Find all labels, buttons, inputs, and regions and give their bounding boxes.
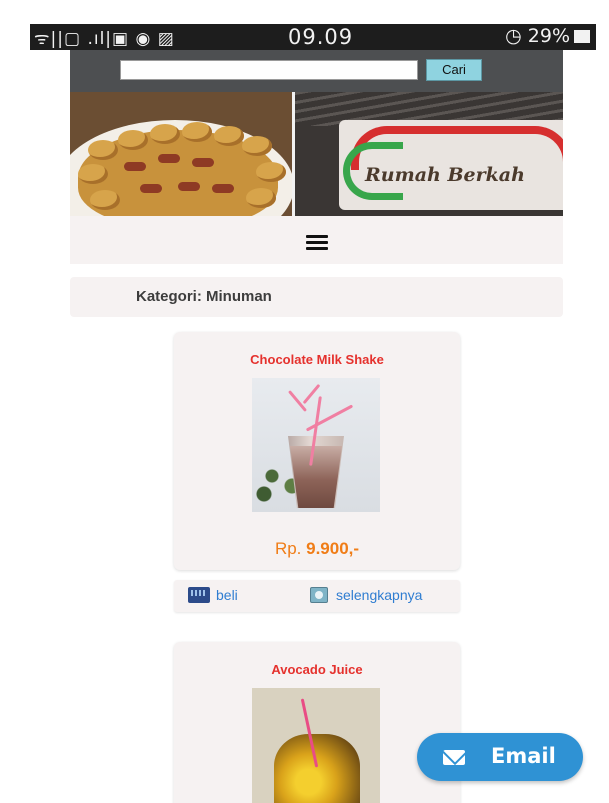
product-name[interactable]: Avocado Juice — [174, 662, 460, 677]
shop-sign-photo: Rumah Berkah — [295, 92, 563, 216]
milkshake-image[interactable] — [252, 378, 380, 512]
avocado-juice-image[interactable] — [252, 688, 380, 803]
details-icon — [310, 587, 328, 603]
product-price: Rp. 9.900,- — [274, 539, 360, 558]
product-card[interactable]: Avocado Juice — [174, 642, 460, 803]
email-button[interactable]: Email — [417, 733, 583, 781]
search-bar: Cari — [70, 50, 563, 92]
search-button[interactable]: Cari — [426, 59, 482, 81]
status-bar: ᯤ||▢ .ıl|▣ ◉ ▨ 09.09 ◷ 29% — [30, 24, 596, 50]
alarm-icon: ◷ — [505, 25, 522, 47]
product-actions: beli selengkapnya — [174, 580, 460, 612]
search-input[interactable] — [120, 60, 418, 80]
mail-icon — [443, 750, 465, 765]
battery-percent: 29% — [527, 25, 570, 47]
category-header: Kategori: Minuman — [70, 277, 563, 317]
battery-indicator: ◷ 29% — [505, 25, 590, 47]
battery-icon — [574, 30, 590, 43]
food-photo — [70, 92, 292, 216]
header-banner: Rumah Berkah — [70, 92, 563, 216]
signal-indicators-icon: ᯤ||▢ .ıl|▣ ◉ ▨ — [34, 29, 175, 49]
shop-sign-text: Rumah Berkah — [365, 164, 525, 186]
hamburger-menu-icon[interactable] — [306, 235, 328, 251]
buy-link[interactable]: beli — [188, 587, 238, 603]
mobile-screen: ᯤ||▢ .ıl|▣ ◉ ▨ 09.09 ◷ 29% Cari Rumah Be… — [0, 0, 609, 803]
page-title: Kategori: Minuman — [136, 288, 272, 305]
details-link[interactable]: selengkapnya — [310, 587, 422, 603]
nav-bar — [70, 216, 563, 264]
product-name[interactable]: Chocolate Milk Shake — [174, 352, 460, 367]
email-button-label: Email — [491, 744, 556, 768]
cart-icon — [188, 587, 210, 603]
product-card[interactable]: Chocolate Milk Shake Rp. 9.900,- — [174, 332, 460, 570]
status-time: 09.09 — [288, 25, 354, 49]
